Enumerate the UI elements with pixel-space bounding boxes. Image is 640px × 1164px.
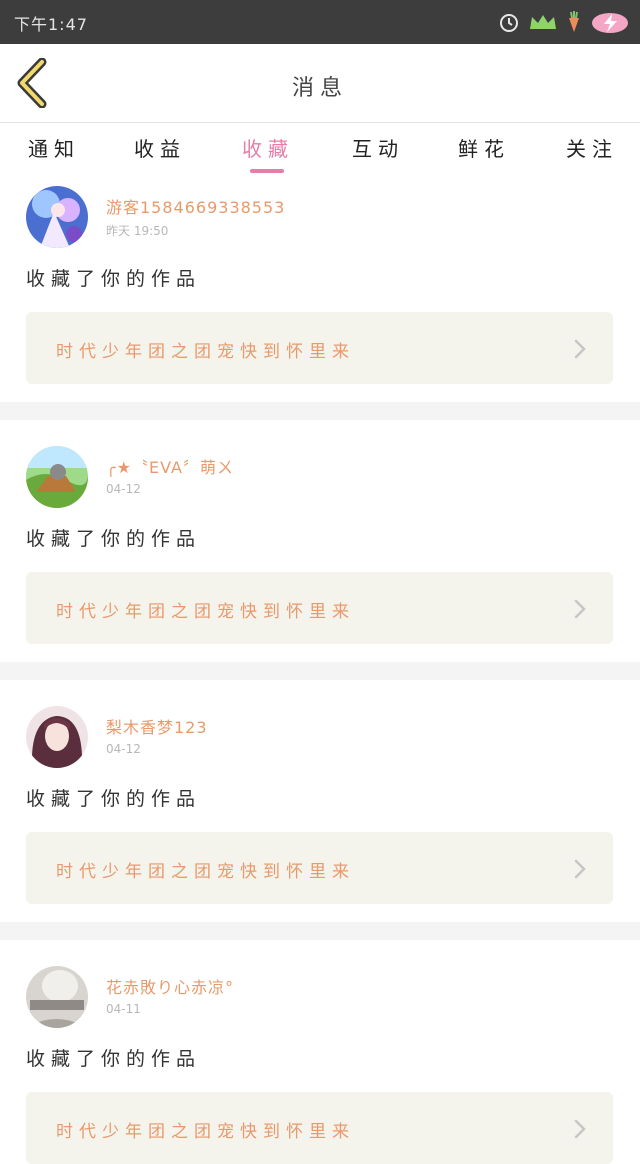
chevron-right-icon (574, 599, 586, 619)
battery-charging-icon (592, 13, 628, 33)
tab-favorites[interactable]: 收藏 (242, 133, 294, 162)
work-link[interactable]: 时代少年团之团宠快到怀里来 (26, 312, 613, 384)
active-tab-indicator (250, 169, 284, 173)
work-title: 时代少年团之团宠快到怀里来 (56, 862, 355, 882)
username[interactable]: 游客1584669338553 (106, 194, 285, 218)
avatar[interactable] (26, 966, 88, 1028)
message-card: 游客1584669338553 昨天 19:50 收藏了你的作品 时代少年团之团… (0, 178, 640, 402)
timestamp: 昨天 19:50 (106, 224, 169, 238)
divider (0, 922, 640, 940)
chevron-right-icon (574, 1119, 586, 1139)
header: 消息 (0, 44, 640, 123)
divider (0, 662, 640, 680)
tab-earnings[interactable]: 收益 (134, 133, 186, 162)
message-card: 梨木香梦123 04-12 收藏了你的作品 时代少年团之团宠快到怀里来 (0, 698, 640, 922)
chevron-right-icon (574, 859, 586, 879)
status-bar: 下午1:47 (0, 0, 640, 44)
chevron-right-icon (574, 339, 586, 359)
alarm-icon (500, 14, 518, 32)
divider (0, 402, 640, 420)
work-link[interactable]: 时代少年团之团宠快到怀里来 (26, 572, 613, 644)
message-card: 花赤敗り心赤凉° 04-11 收藏了你的作品 时代少年团之团宠快到怀里来 (0, 958, 640, 1164)
message-card: ╭★〝EVA〞萌ㄨ 04-12 收藏了你的作品 时代少年团之团宠快到怀里来 (0, 438, 640, 662)
action-text: 收藏了你的作品 (26, 1048, 202, 1070)
timestamp: 04-12 (106, 482, 141, 496)
work-title: 时代少年团之团宠快到怀里来 (56, 602, 355, 622)
crown-icon (530, 15, 556, 29)
avatar[interactable] (26, 446, 88, 508)
avatar[interactable] (26, 186, 88, 248)
action-text: 收藏了你的作品 (26, 268, 202, 290)
action-text: 收藏了你的作品 (26, 528, 202, 550)
username[interactable]: ╭★〝EVA〞萌ㄨ (106, 454, 234, 478)
work-title: 时代少年团之团宠快到怀里来 (56, 342, 355, 362)
username[interactable]: 花赤敗り心赤凉° (106, 974, 234, 998)
status-time: 下午1:47 (14, 15, 88, 34)
timestamp: 04-12 (106, 742, 141, 756)
tab-interactions[interactable]: 互动 (352, 133, 404, 162)
timestamp: 04-11 (106, 1002, 141, 1016)
tab-bar: 通知 收益 收藏 互动 鲜花 关注 (0, 123, 640, 179)
page-title: 消息 (291, 76, 348, 101)
work-link[interactable]: 时代少年团之团宠快到怀里来 (26, 1092, 613, 1164)
action-text: 收藏了你的作品 (26, 788, 202, 810)
tab-flowers[interactable]: 鲜花 (458, 133, 510, 162)
username[interactable]: 梨木香梦123 (106, 714, 208, 738)
work-title: 时代少年团之团宠快到怀里来 (56, 1122, 355, 1142)
status-icons (498, 8, 630, 36)
avatar[interactable] (26, 706, 88, 768)
tab-following[interactable]: 关注 (566, 133, 618, 162)
work-link[interactable]: 时代少年团之团宠快到怀里来 (26, 832, 613, 904)
carrot-icon (569, 11, 579, 32)
tab-notifications[interactable]: 通知 (28, 133, 80, 162)
